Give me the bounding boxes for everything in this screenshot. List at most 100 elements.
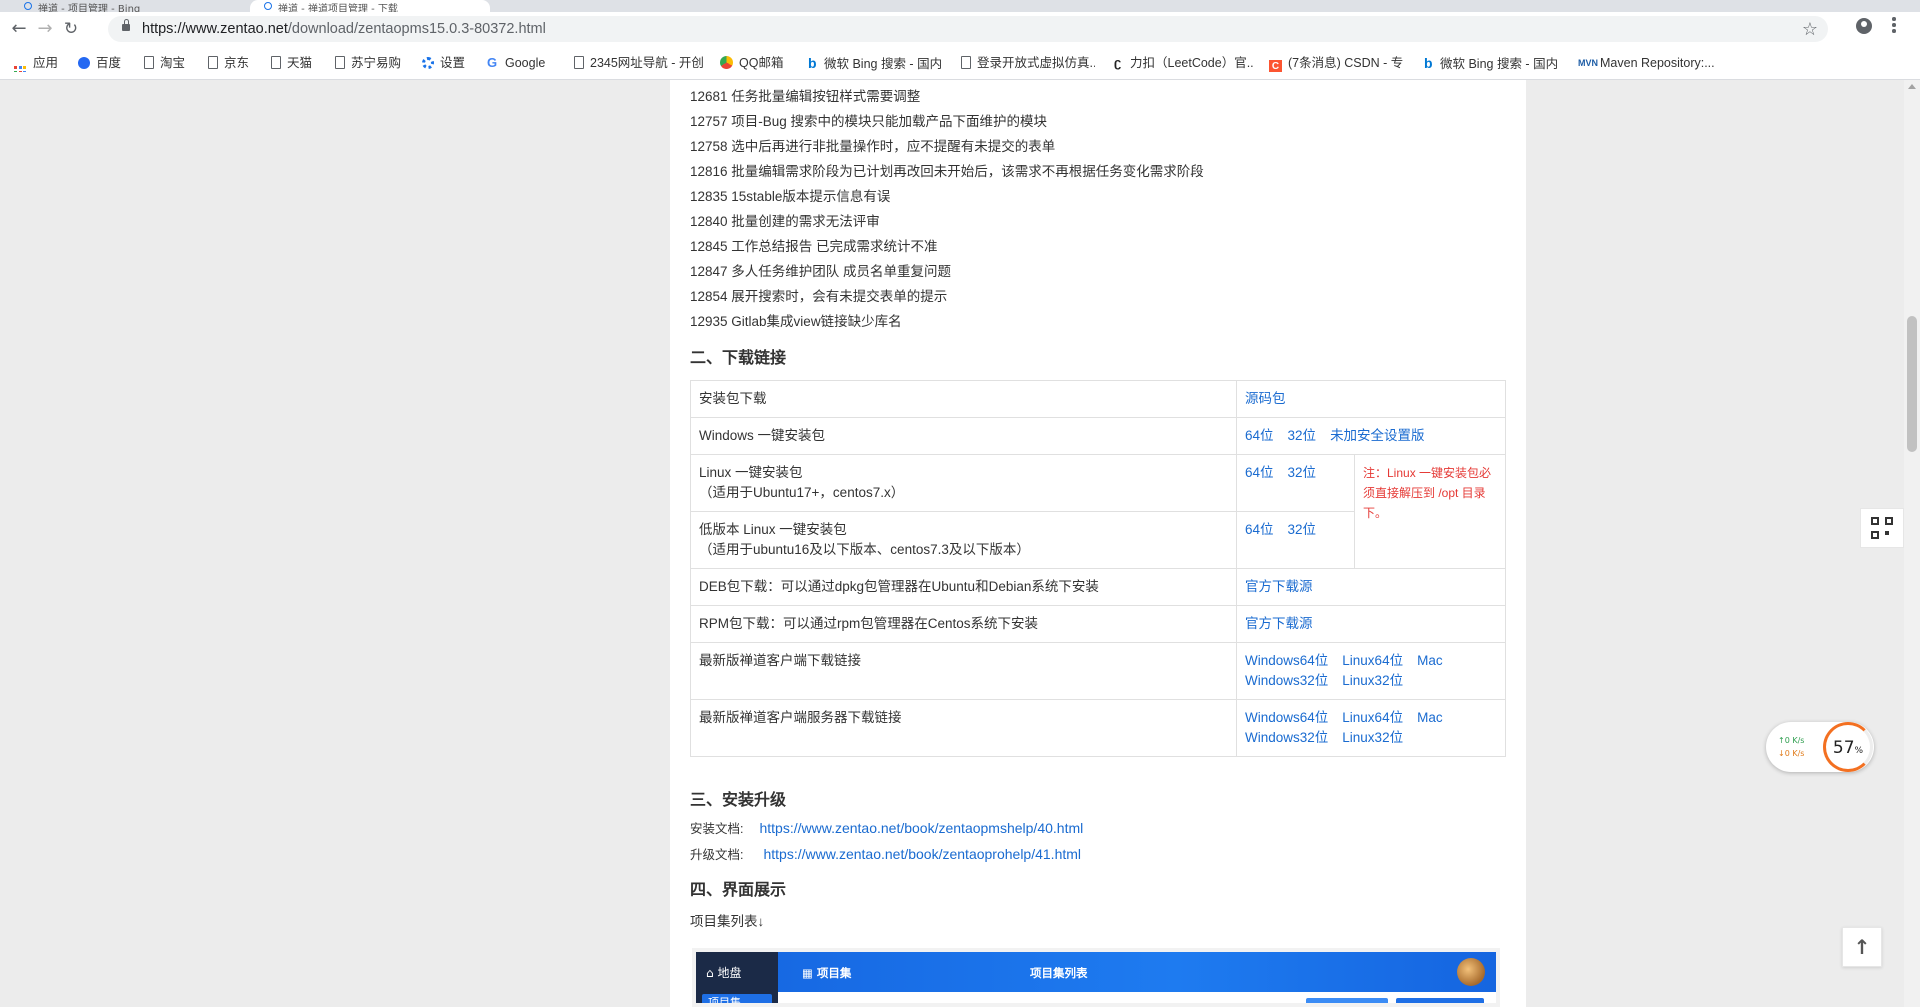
windows-nosec-link[interactable]: 未加安全设置版	[1330, 428, 1425, 443]
client-win32-link[interactable]: Windows32位	[1245, 673, 1328, 688]
page-scrollbar[interactable]	[1904, 80, 1920, 1007]
maven-icon: MVN	[1578, 58, 1598, 68]
client-linux32-link[interactable]: Linux32位	[1342, 673, 1403, 688]
linux-old-installer-cell: 低版本 Linux 一键安装包 （适用于ubuntu16及以下版本、centos…	[690, 511, 1237, 569]
scroll-thumb[interactable]	[1907, 316, 1917, 452]
preview-side-item: 项目集	[702, 994, 772, 1003]
bookmark-qqmail[interactable]: QQ邮箱	[720, 54, 792, 72]
install-section: 三、安装升级 安装文档: https://www.zentao.net/book/…	[690, 786, 1506, 868]
download-heading: 二、下载链接	[690, 348, 787, 367]
bookmark-jd[interactable]: 京东	[208, 54, 260, 72]
browser-tab-active[interactable]: 禅道 - 禅道项目管理 - 下载	[250, 0, 490, 12]
install-doc-link[interactable]: https://www.zentao.net/book/zentaopmshel…	[759, 820, 1083, 836]
table-header-label: 安装包下载	[690, 380, 1237, 418]
baidu-paw-icon	[78, 57, 90, 69]
table-row: 最新版禅道客户端服务器下载链接 Windows64位 Linux64位 Mac Wi…	[690, 699, 1506, 757]
browser-toolbar: ← → ↻ https://www.zentao.net/download/ze…	[0, 12, 1920, 46]
install-doc-label: 安装文档:	[690, 822, 744, 836]
windows-32-link[interactable]: 32位	[1288, 428, 1317, 443]
rpm-source-link[interactable]: 官方下载源	[1245, 616, 1313, 631]
linux-old-installer-note: （适用于ubuntu16及以下版本、centos7.3及以下版本）	[699, 542, 1030, 557]
scroll-up-arrow-icon[interactable]	[1908, 84, 1916, 89]
bookmark-csdn[interactable]: C (7条消息) CSDN - 专...	[1269, 54, 1403, 72]
install-doc-row: 安装文档: https://www.zentao.net/book/zentaop…	[690, 816, 1506, 842]
csdn-icon: C	[1269, 60, 1282, 72]
upgrade-doc-row: 升级文档: https://www.zentao.net/book/zentaop…	[690, 842, 1506, 868]
bookmark-star-icon[interactable]: ☆	[1802, 19, 1818, 40]
bookmark-taobao[interactable]: 淘宝	[144, 54, 196, 72]
page-icon	[144, 56, 154, 69]
preview-program-tab: ▦ 项目集	[802, 966, 852, 980]
table-cell: 64位 32位 未加安全设置版	[1236, 417, 1506, 455]
table-row: Windows 一键安装包 64位 32位 未加安全设置版	[690, 417, 1506, 455]
kebab-menu-icon[interactable]	[1892, 17, 1896, 33]
qr-code-button[interactable]	[1860, 508, 1904, 548]
leetcode-icon: ʗ	[1114, 55, 1122, 70]
browser-tab[interactable]: 禅道 - 项目管理 - Bing	[10, 0, 250, 12]
linux-old-64-link[interactable]: 64位	[1245, 522, 1274, 537]
linux-32-link[interactable]: 32位	[1288, 465, 1317, 480]
bookmark-tmall[interactable]: 天猫	[271, 54, 323, 72]
bookmark-apps[interactable]: 应用	[14, 54, 66, 72]
list-item: 12758 选中后再进行非批量操作时，应不提醒有未提交的表单	[690, 139, 1056, 154]
linux-opt-warning: 注：Linux 一键安装包必须直接解压到 /opt 目录下。	[1354, 454, 1506, 569]
table-cell: Windows64位 Linux64位 Mac Windows32位 Linux32位	[1236, 642, 1506, 700]
server-linux32-link[interactable]: Linux32位	[1342, 730, 1403, 745]
linux-old-installer-label: 低版本 Linux 一键安装包	[699, 522, 847, 537]
google-icon: G	[487, 55, 498, 70]
bookmark-baidu[interactable]: 百度	[78, 54, 130, 72]
upgrade-doc-link[interactable]: https://www.zentao.net/book/zentaoprohel…	[763, 846, 1081, 862]
table-row: RPM包下载：可以通过rpm包管理器在Centos系统下安装 官方下载源	[690, 605, 1506, 643]
server-linux64-link[interactable]: Linux64位	[1342, 710, 1403, 725]
tab-favicon-icon	[264, 2, 272, 10]
bookmark-2345[interactable]: 2345网址导航 - 开创...	[574, 54, 704, 72]
download-rate: ↓0 K/s	[1778, 749, 1805, 758]
table-cell: 64位 32位	[1236, 454, 1355, 512]
client-label: 最新版禅道客户端下载链接	[690, 642, 1237, 700]
network-rates: ↑0 K/s ↓0 K/s	[1778, 734, 1804, 760]
table-row: 安装包下载 源码包	[690, 380, 1506, 418]
list-item: 12681 任务批量编辑按钮样式需要调整	[690, 89, 921, 104]
bing-icon: b	[808, 55, 817, 71]
bookmark-settings[interactable]: 设置	[422, 54, 474, 72]
server-win32-link[interactable]: Windows32位	[1245, 730, 1328, 745]
bookmarks-bar: 应用 百度 淘宝 京东 天猫 苏宁易购 设置 G Google 2345网址导航 …	[0, 46, 1920, 80]
preview-list-tab: 项目集列表	[1030, 966, 1088, 980]
reload-icon[interactable]: ↻	[60, 18, 82, 40]
network-speed-widget[interactable]: ↑0 K/s ↓0 K/s 57%	[1766, 722, 1874, 772]
list-item: 12854 展开搜索时，会有未提交表单的提示	[690, 289, 948, 304]
address-bar[interactable]: https://www.zentao.net/download/zentaopm…	[108, 16, 1828, 42]
avatar	[1457, 958, 1485, 986]
list-item: 12935 Gitlab集成view链接缺少库名	[690, 314, 902, 329]
bookmark-bing-1[interactable]: b 微软 Bing 搜索 - 国内...	[808, 54, 942, 72]
bookmark-leetcode[interactable]: ʗ 力扣（LeetCode）官...	[1114, 54, 1254, 72]
page-viewport: 12681 任务批量编辑按钮样式需要调整 12757 项目-Bug 搜索中的模块…	[0, 80, 1904, 1007]
linux-old-32-link[interactable]: 32位	[1288, 522, 1317, 537]
windows-installer-label: Windows 一键安装包	[690, 417, 1237, 455]
server-win64-link[interactable]: Windows64位	[1245, 710, 1328, 725]
profile-icon[interactable]	[1856, 18, 1872, 34]
forward-arrow-icon[interactable]: →	[34, 18, 56, 40]
windows-64-link[interactable]: 64位	[1245, 428, 1274, 443]
bookmark-maven[interactable]: MVN Maven Repository:...	[1578, 54, 1718, 72]
client-mac-link[interactable]: Mac	[1417, 653, 1443, 668]
back-to-top-button[interactable]: ↑	[1842, 927, 1882, 967]
table-cell: Windows64位 Linux64位 Mac Windows32位 Linux32位	[1236, 699, 1506, 757]
server-mac-link[interactable]: Mac	[1417, 710, 1443, 725]
linux-64-link[interactable]: 64位	[1245, 465, 1274, 480]
upgrade-doc-label: 升级文档:	[690, 848, 744, 862]
deb-source-link[interactable]: 官方下载源	[1245, 579, 1313, 594]
back-arrow-icon[interactable]: ←	[8, 18, 30, 40]
client-win64-link[interactable]: Windows64位	[1245, 653, 1328, 668]
source-package-link[interactable]: 源码包	[1245, 391, 1286, 406]
client-linux64-link[interactable]: Linux64位	[1342, 653, 1403, 668]
linux-installer-label: Linux 一键安装包	[699, 465, 803, 480]
upload-rate: ↑0 K/s	[1778, 736, 1805, 745]
url-text[interactable]: https://www.zentao.net/download/zentaopm…	[142, 21, 546, 37]
table-row: 最新版禅道客户端下载链接 Windows64位 Linux64位 Mac Windo…	[690, 642, 1506, 700]
bookmark-suning[interactable]: 苏宁易购	[335, 54, 411, 72]
bookmark-google[interactable]: G Google	[487, 54, 557, 72]
qq-mail-icon	[720, 56, 733, 69]
bookmark-virtual-lab[interactable]: 登录开放式虚拟仿真...	[961, 54, 1095, 72]
bookmark-bing-2[interactable]: b 微软 Bing 搜索 - 国内...	[1424, 54, 1558, 72]
